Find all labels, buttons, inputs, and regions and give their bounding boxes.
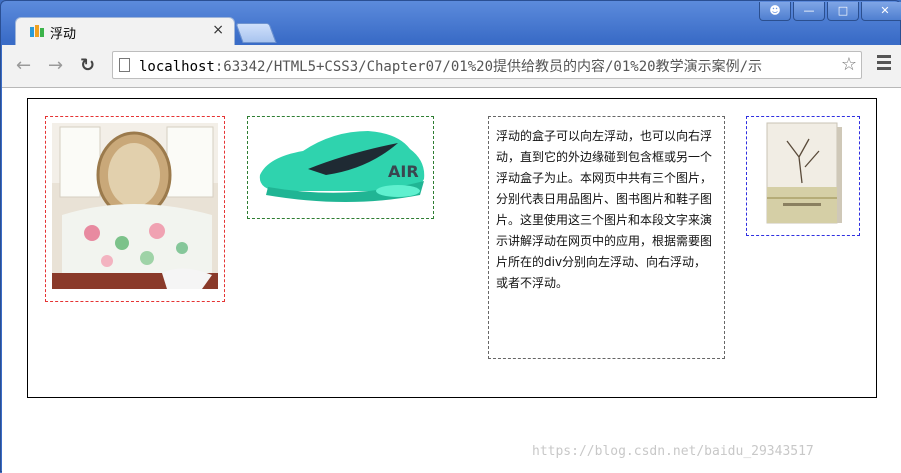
- maximize-icon[interactable]: □: [827, 2, 859, 21]
- menu-icon[interactable]: [877, 55, 891, 73]
- description-paragraph: 浮动的盒子可以向左浮动，也可以向右浮动，直到它的外边缘碰到包含框或另一个浮动盒子…: [496, 129, 713, 290]
- window-controls: ☻ — □ ✕: [759, 2, 901, 22]
- user-icon[interactable]: ☻: [759, 2, 791, 21]
- description-text-box: 浮动的盒子可以向左浮动，也可以向右浮动，直到它的外边缘碰到包含框或另一个浮动盒子…: [488, 116, 725, 359]
- watermark-text: https://blog.csdn.net/baidu_29343517: [532, 444, 814, 459]
- book-image: [747, 117, 859, 235]
- minimize-icon[interactable]: —: [793, 2, 825, 21]
- favicon-icon: [30, 25, 44, 37]
- tab-title: 浮动: [50, 27, 77, 42]
- book-image-box: [746, 116, 860, 236]
- page-viewport: AIR 浮动的盒子可以向左浮动，也可以向右浮动，直到它的外边缘碰到包含框或另一个…: [2, 88, 901, 473]
- svg-text:AIR: AIR: [388, 162, 419, 181]
- bed-image-box: [45, 116, 225, 302]
- bookmark-star-icon[interactable]: ☆: [838, 54, 857, 75]
- address-bar[interactable]: localhost:63342/HTML5+CSS3/Chapter07/01%…: [112, 51, 862, 79]
- shoe-image: AIR: [248, 117, 433, 218]
- url-text: localhost:63342/HTML5+CSS3/Chapter07/01%…: [139, 59, 763, 75]
- reload-icon[interactable]: ↻: [80, 55, 95, 76]
- close-icon[interactable]: ✕: [861, 2, 901, 21]
- float-container: AIR 浮动的盒子可以向左浮动，也可以向右浮动，直到它的外边缘碰到包含框或另一个…: [27, 98, 877, 398]
- back-arrow-icon[interactable]: ←: [16, 55, 31, 76]
- new-tab-button[interactable]: [235, 23, 277, 43]
- browser-toolbar: ← → ↻ localhost:63342/HTML5+CSS3/Chapter…: [2, 45, 901, 88]
- shoe-image-box: AIR: [247, 116, 434, 219]
- page-icon: [119, 58, 130, 72]
- browser-window: ☻ — □ ✕ 浮动 × ← → ↻ localhost:63342/HTML5…: [0, 0, 901, 473]
- browser-tab[interactable]: 浮动 ×: [15, 17, 235, 45]
- forward-arrow-icon[interactable]: →: [48, 55, 63, 76]
- bed-image: [52, 123, 218, 289]
- tab-close-icon[interactable]: ×: [212, 22, 224, 38]
